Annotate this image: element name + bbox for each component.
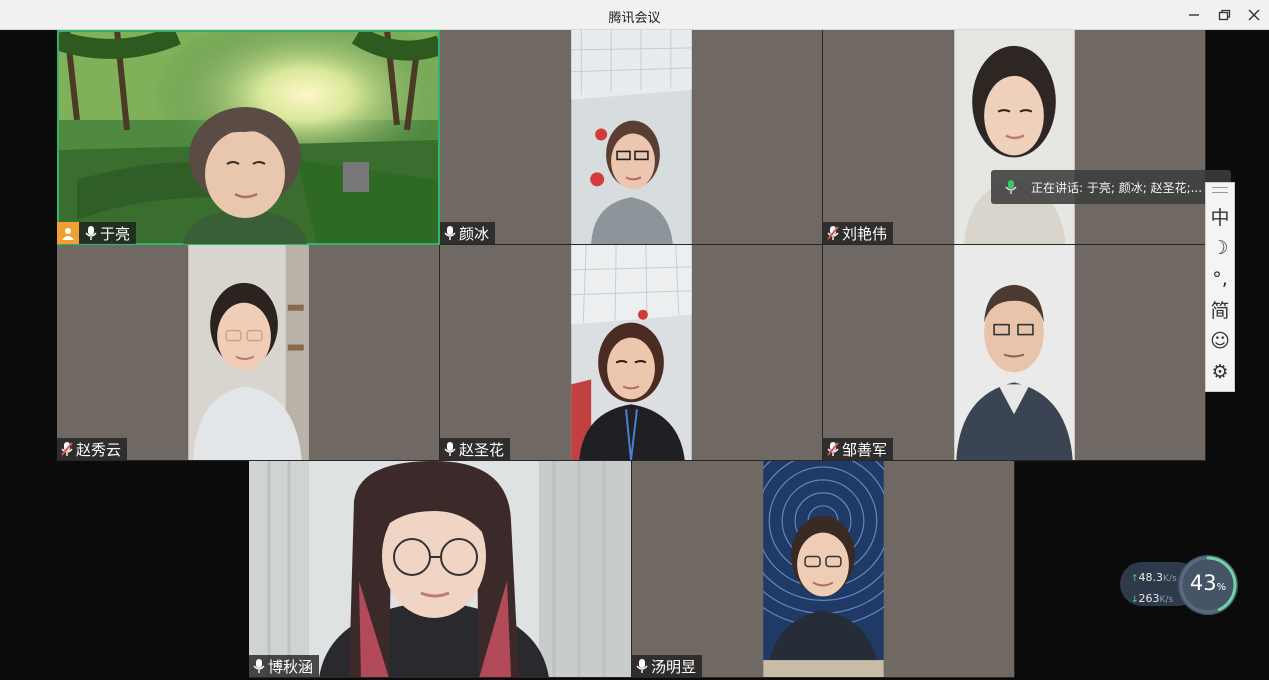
participant-name: 博秋涵 [268, 657, 314, 676]
name-label-liuyanwei: 刘艳伟 [823, 222, 894, 244]
speaking-text: 正在讲话: 于亮; 颜冰; 赵圣花;... [1031, 180, 1203, 195]
participant-name: 颜冰 [459, 224, 490, 243]
upload-arrow-icon: ↑ [1131, 574, 1139, 584]
participant-name: 赵秀云 [76, 440, 122, 459]
mic-muted-icon [61, 442, 73, 456]
video-tile-zhaoshenghua[interactable]: 赵圣花 [440, 245, 823, 461]
cpu-gauge: 43% [1178, 555, 1238, 615]
mic-on-icon [444, 226, 456, 240]
video-tile-zoushanjun[interactable]: 邹善军 [823, 245, 1206, 461]
name-label-tangmingyu: 汤明昱 [632, 655, 703, 677]
video-tile-zhaoxiuyun[interactable]: 赵秀云 [57, 245, 440, 461]
download-speed: 263 [1138, 592, 1160, 605]
gear-icon[interactable]: ⚙ [1207, 356, 1233, 387]
close-icon [1248, 9, 1260, 21]
download-arrow-icon: ↓ [1131, 595, 1139, 605]
mic-muted-icon [827, 442, 839, 456]
participant-name: 刘艳伟 [842, 224, 888, 243]
participant-name: 于亮 [100, 224, 131, 243]
restore-icon [1218, 9, 1231, 21]
title-bar: 腾讯会议 [0, 0, 1269, 30]
ime-drag-handle[interactable] [1212, 187, 1228, 193]
network-monitor[interactable]: ↑48.3K/s ↓263K/s 43% [1120, 553, 1238, 617]
video-tile-yuliang[interactable]: 于亮 [57, 30, 440, 245]
mic-on-icon [444, 442, 456, 456]
minimize-icon [1189, 14, 1199, 16]
emoji-icon[interactable]: ☺ [1207, 325, 1233, 356]
restore-button[interactable] [1213, 5, 1235, 25]
speaking-indicator: 正在讲话: 于亮; 颜冰; 赵圣花;... [991, 170, 1231, 204]
video-tile-tangmingyu[interactable]: 汤明昱 [632, 461, 1015, 678]
video-tile-liuyanwei[interactable]: 刘艳伟 [823, 30, 1206, 245]
speaking-mic-icon [1005, 180, 1017, 194]
participant-zoushanjun-video [954, 245, 1075, 460]
mic-muted-icon [827, 226, 839, 240]
mic-on-icon [253, 659, 265, 673]
close-button[interactable] [1243, 5, 1265, 25]
window-title: 腾讯会议 [608, 11, 661, 26]
name-label-zhaoshenghua: 赵圣花 [440, 438, 511, 460]
moon-icon[interactable]: ☽ [1207, 232, 1233, 263]
participant-boqiuhan-video [249, 461, 631, 677]
name-label-zoushanjun: 邹善军 [823, 438, 894, 460]
participant-liuyanwei-video [954, 30, 1075, 244]
name-label-yuliang: 于亮 [57, 222, 137, 244]
ime-toolbar: 中 ☽ °, 简 ☺ ⚙ [1205, 182, 1235, 392]
participant-zhaoshenghua-video [571, 245, 692, 460]
participant-name: 汤明昱 [651, 657, 697, 676]
simplified-button[interactable]: 简 [1207, 294, 1233, 325]
mic-on-icon [85, 226, 97, 240]
participant-yanbing-video [571, 30, 692, 244]
upload-speed: 48.3 [1138, 571, 1164, 584]
name-label-zhaoxiuyun: 赵秀云 [57, 438, 128, 460]
video-grid: 于亮 颜冰 刘艳伟 赵秀云 赵圣花 邹善军 博秋涵 汤明昱 正在讲话: 于亮; … [0, 30, 1269, 680]
download-unit: K/s [1159, 595, 1174, 605]
participant-zhaoxiuyun-video [188, 245, 309, 460]
participant-yuliang-avatar [183, 107, 307, 244]
participant-name: 赵圣花 [459, 440, 505, 459]
video-tile-yanbing[interactable]: 颜冰 [440, 30, 823, 245]
participant-name: 邹善军 [842, 440, 888, 459]
ime-mode-button[interactable]: 中 [1207, 201, 1233, 232]
name-label-yanbing: 颜冰 [440, 222, 496, 244]
video-tile-boqiuhan[interactable]: 博秋涵 [249, 461, 632, 678]
cpu-percent: 43 [1189, 571, 1217, 595]
cpu-percent-symbol: % [1216, 582, 1227, 593]
host-icon [57, 222, 79, 244]
punctuation-button[interactable]: °, [1207, 263, 1233, 294]
mic-on-icon [636, 659, 648, 673]
name-label-boqiuhan: 博秋涵 [249, 655, 320, 677]
minimize-button[interactable] [1183, 5, 1205, 25]
participant-tangmingyu-video [763, 461, 884, 677]
upload-unit: K/s [1163, 574, 1177, 584]
